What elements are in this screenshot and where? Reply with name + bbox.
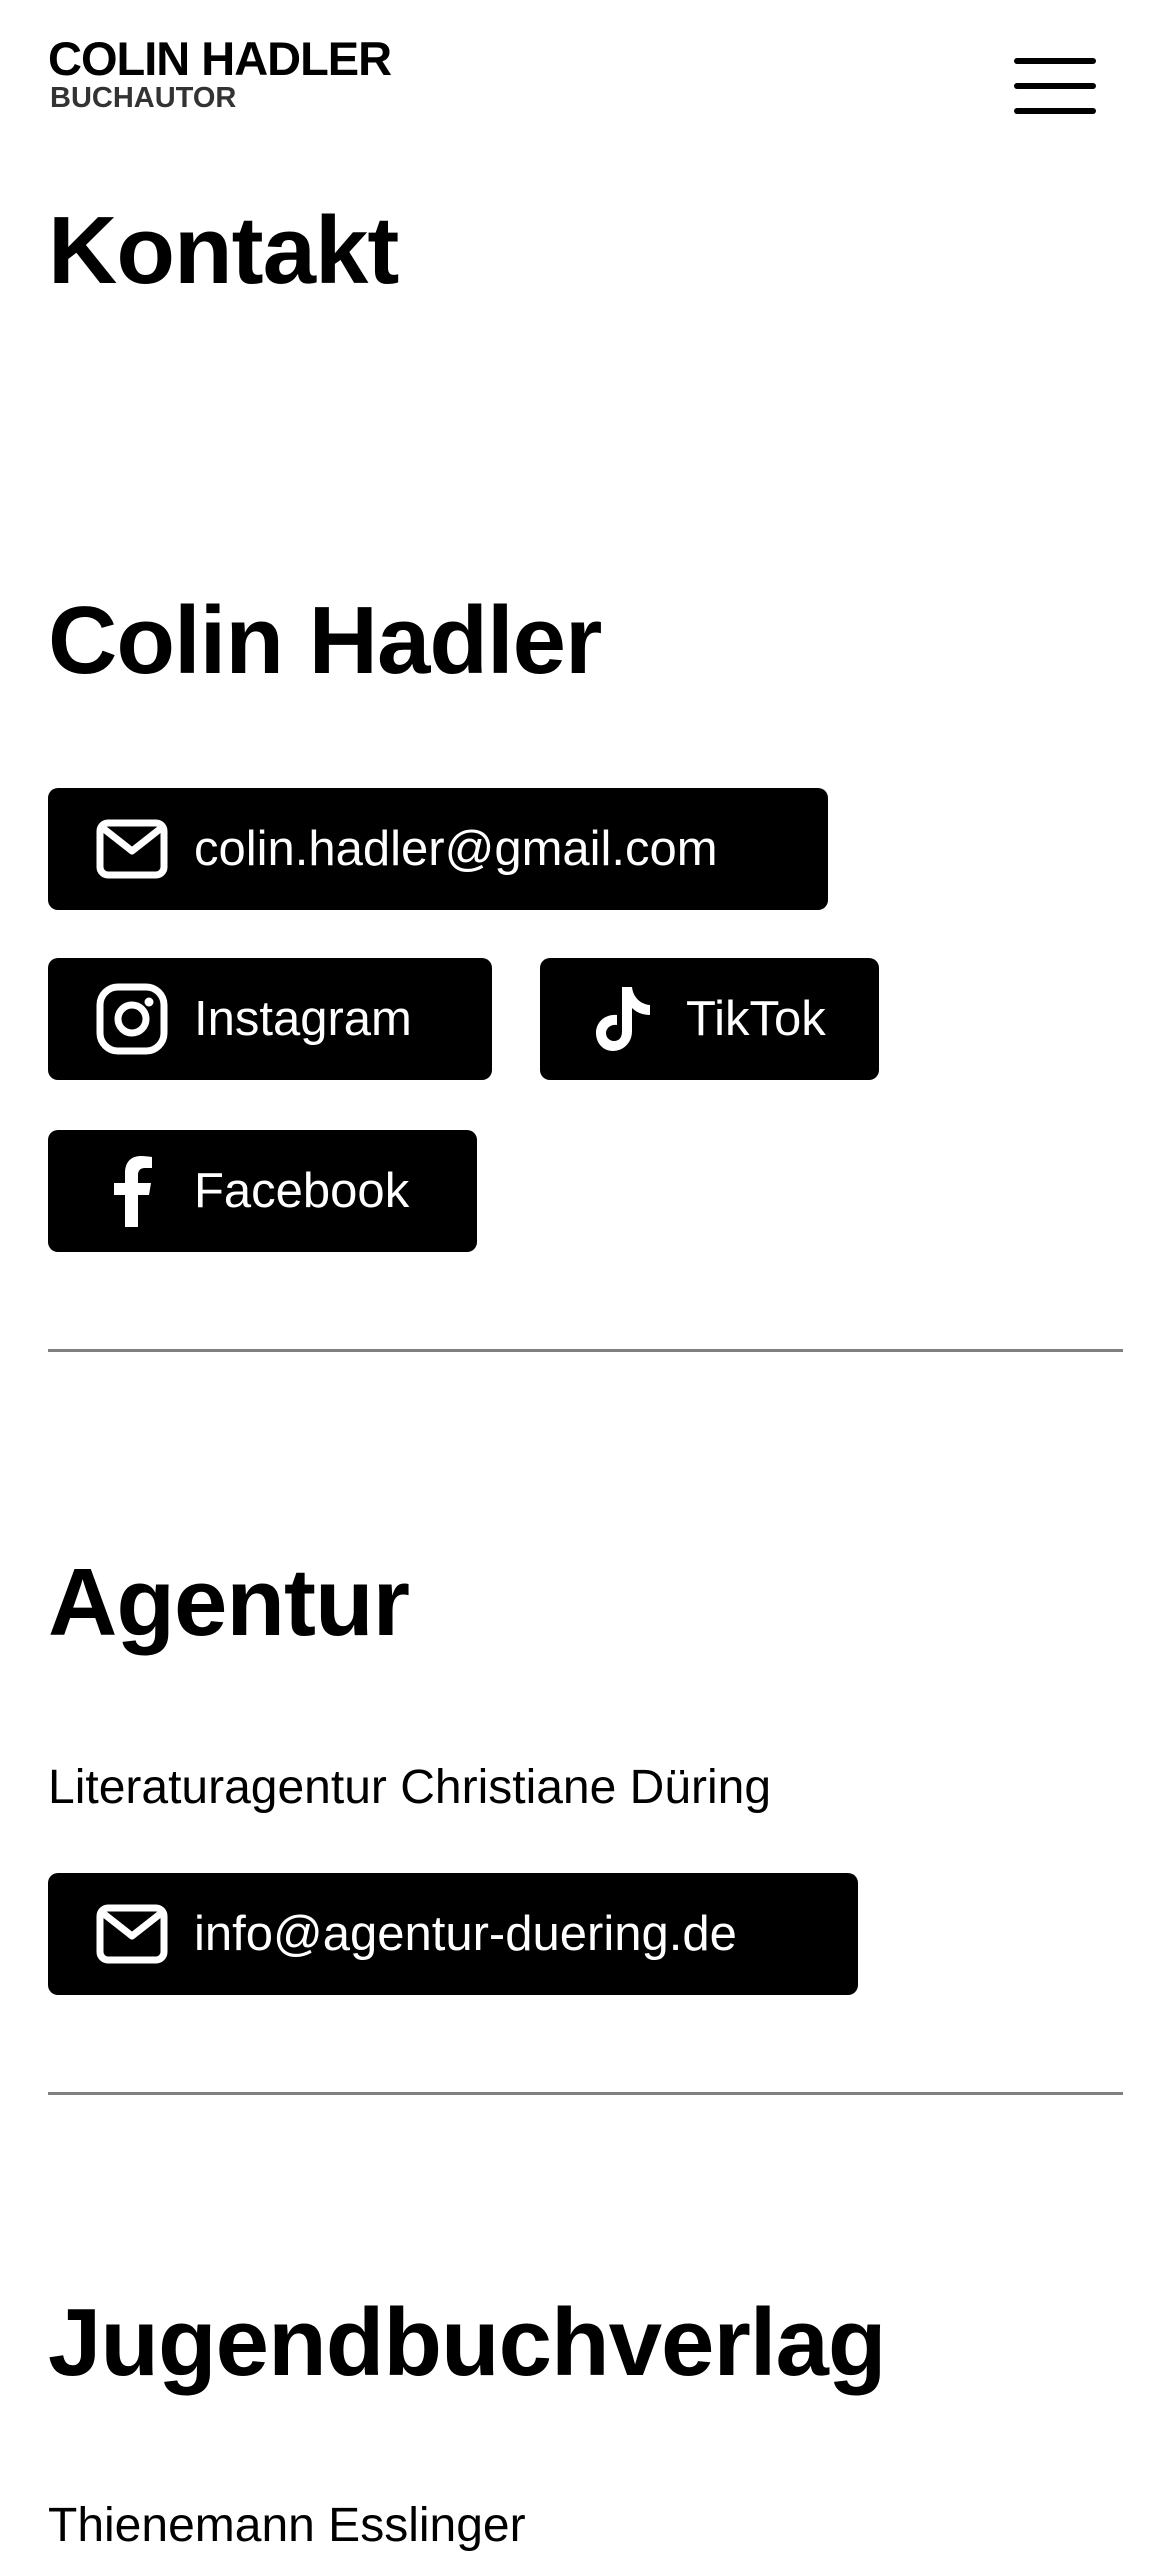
tiktok-button[interactable]: TikTok xyxy=(540,958,879,1080)
hamburger-menu-icon[interactable] xyxy=(1014,54,1096,118)
menu-bar xyxy=(1014,83,1096,89)
publisher-name: Thienemann Esslinger xyxy=(48,2499,526,2552)
instagram-label: Instagram xyxy=(194,992,412,1046)
brand-subtitle: BUCHAUTOR xyxy=(50,82,237,114)
agency-name: Literaturagentur Christiane Düring xyxy=(48,1761,772,1814)
tiktok-icon xyxy=(588,983,660,1055)
section-divider xyxy=(48,1349,1123,1352)
menu-bar xyxy=(1014,58,1096,64)
facebook-button[interactable]: Facebook xyxy=(48,1130,477,1252)
author-email-button[interactable]: colin.hadler@gmail.com xyxy=(48,788,828,910)
mail-icon xyxy=(96,813,168,885)
mail-icon xyxy=(96,1898,168,1970)
contact-page: COLIN HADLER BUCHAUTOR Kontakt Colin Had… xyxy=(0,0,1170,2552)
agency-email-button[interactable]: info@agentur-duering.de xyxy=(48,1873,858,1995)
page-title: Kontakt xyxy=(48,197,399,304)
publisher-section-title: Jugendbuchverlag xyxy=(48,2289,886,2396)
author-section-title: Colin Hadler xyxy=(48,587,602,694)
facebook-icon xyxy=(96,1155,168,1227)
site-header: COLIN HADLER BUCHAUTOR xyxy=(48,34,1122,124)
tiktok-label: TikTok xyxy=(686,992,826,1046)
instagram-button[interactable]: Instagram xyxy=(48,958,492,1080)
section-divider xyxy=(48,2092,1123,2095)
menu-bar xyxy=(1014,108,1096,114)
facebook-label: Facebook xyxy=(194,1164,410,1218)
brand-name[interactable]: COLIN HADLER xyxy=(48,34,392,84)
author-email-label: colin.hadler@gmail.com xyxy=(194,822,718,876)
agency-email-label: info@agentur-duering.de xyxy=(194,1907,737,1961)
instagram-icon xyxy=(96,983,168,1055)
agency-section-title: Agentur xyxy=(48,1549,410,1656)
